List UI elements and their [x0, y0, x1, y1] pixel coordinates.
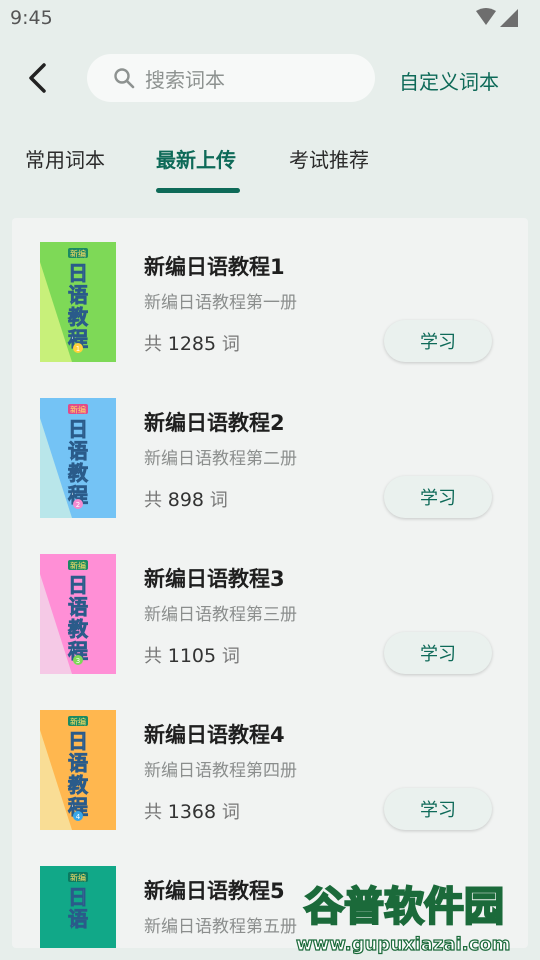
svg-text:教: 教 — [68, 461, 89, 485]
signal-wifi-icon — [476, 8, 518, 27]
tab-indicator — [156, 188, 240, 193]
book-title: 新编日语教程4 — [144, 723, 285, 747]
book-subtitle: 新编日语教程第三册 — [144, 605, 297, 625]
book-title: 新编日语教程2 — [144, 411, 285, 435]
book-cover: 新编 日 语 — [40, 866, 116, 948]
svg-text:语: 语 — [68, 751, 88, 775]
book-title: 新编日语教程1 — [144, 255, 285, 279]
book-cover-image: 新编 日 语 教 程 3 — [40, 554, 116, 674]
study-button[interactable]: 学习 — [384, 632, 492, 674]
word-count: 共 898 词 — [144, 489, 228, 511]
book-cover: 新编 日 语 教 程 4 — [40, 710, 116, 830]
svg-text:新编: 新编 — [70, 873, 86, 883]
book-cover-image: 新编 日 语 教 程 2 — [40, 398, 116, 518]
svg-text:语: 语 — [68, 907, 88, 931]
book-cover: 新编 日 语 教 程 3 — [40, 554, 116, 674]
list-item[interactable]: 新编 日 语 教 程 4 新编日语教程4 新编日语教程第四册 共 1368 词 … — [12, 686, 528, 842]
svg-text:4: 4 — [76, 813, 81, 821]
wordbook-list[interactable]: 新编 日 语 教 程 1 新编日语教程1 新编日语教程第一册 共 1285 词 … — [12, 218, 528, 948]
svg-text:日: 日 — [68, 417, 88, 441]
svg-text:教: 教 — [68, 305, 89, 329]
book-subtitle: 新编日语教程第五册 — [144, 917, 297, 937]
list-item[interactable]: 新编 日 语 教 程 2 新编日语教程2 新编日语教程第二册 共 898 词 学… — [12, 374, 528, 530]
study-button[interactable]: 学习 — [384, 476, 492, 518]
svg-text:1: 1 — [76, 345, 80, 353]
study-button[interactable]: 学习 — [384, 788, 492, 830]
tab-bar: 常用词本 最新上传 考试推荐 — [0, 140, 540, 193]
book-subtitle: 新编日语教程第二册 — [144, 449, 297, 469]
svg-text:谷普软件园: 谷普软件园 — [304, 884, 504, 930]
svg-text:新编: 新编 — [70, 561, 86, 571]
tab-exam-recommend[interactable]: 考试推荐 — [289, 144, 369, 173]
book-cover-image: 新编 日 语 教 程 4 — [40, 710, 116, 830]
svg-text:语: 语 — [68, 595, 88, 619]
word-count: 共 1105 词 — [144, 645, 240, 667]
site-watermark-logo: 谷普软件园 www.gupuxiazai.com — [295, 883, 511, 956]
book-title: 新编日语教程3 — [144, 567, 285, 591]
tab-latest-upload[interactable]: 最新上传 — [156, 144, 236, 173]
svg-text:新编: 新编 — [70, 249, 86, 259]
svg-text:日: 日 — [68, 885, 88, 909]
study-button[interactable]: 学习 — [384, 320, 492, 362]
book-subtitle: 新编日语教程第一册 — [144, 293, 297, 313]
book-subtitle: 新编日语教程第四册 — [144, 761, 297, 781]
book-cover-image: 新编 日 语 教 程 1 — [40, 242, 116, 362]
back-arrow-icon — [29, 63, 46, 93]
search-input[interactable]: 搜索词本 — [87, 54, 375, 102]
custom-wordbook-link[interactable]: 自定义词本 — [399, 66, 499, 95]
svg-text:教: 教 — [68, 617, 89, 641]
word-count: 共 1285 词 — [144, 333, 240, 355]
header: 搜索词本 自定义词本 常用词本 最新上传 考试推荐 — [0, 36, 540, 206]
svg-text:语: 语 — [68, 439, 88, 463]
book-cover: 新编 日 语 教 程 1 — [40, 242, 116, 362]
tab-common-wordbooks[interactable]: 常用词本 — [25, 144, 105, 173]
svg-text:教: 教 — [68, 773, 89, 797]
svg-text:新编: 新编 — [70, 405, 86, 415]
search-placeholder: 搜索词本 — [145, 67, 225, 92]
status-time: 9:45 — [10, 7, 53, 29]
status-bar: 9:45 — [0, 0, 540, 36]
word-count: 共 1368 词 — [144, 801, 240, 823]
list-item[interactable]: 新编 日 语 教 程 3 新编日语教程3 新编日语教程第三册 共 1105 词 … — [12, 530, 528, 686]
svg-text:2: 2 — [76, 501, 80, 509]
svg-text:www.gupuxiazai.com: www.gupuxiazai.com — [296, 934, 510, 955]
svg-text:新编: 新编 — [70, 717, 86, 727]
book-cover-image: 新编 日 语 — [40, 866, 116, 948]
list-item[interactable]: 新编 日 语 教 程 1 新编日语教程1 新编日语教程第一册 共 1285 词 … — [12, 218, 528, 374]
svg-text:日: 日 — [68, 261, 88, 285]
svg-text:日: 日 — [68, 573, 88, 597]
svg-text:3: 3 — [76, 657, 80, 665]
search-icon — [114, 68, 135, 89]
back-button[interactable] — [18, 58, 58, 98]
svg-text:日: 日 — [68, 729, 88, 753]
svg-text:语: 语 — [68, 283, 88, 307]
book-title: 新编日语教程5 — [144, 879, 285, 903]
book-cover: 新编 日 语 教 程 2 — [40, 398, 116, 518]
